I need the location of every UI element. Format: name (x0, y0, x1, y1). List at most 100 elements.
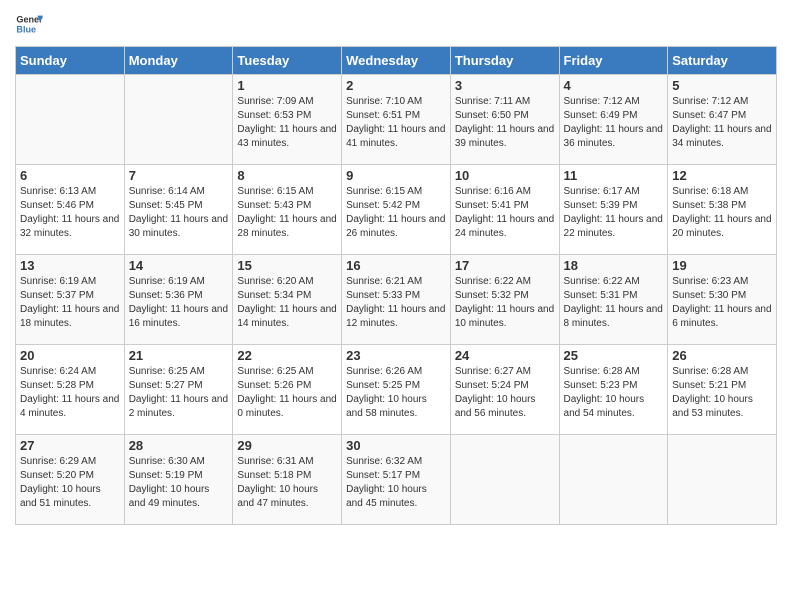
calendar-cell: 2Sunrise: 7:10 AM Sunset: 6:51 PM Daylig… (342, 75, 451, 165)
day-number: 27 (20, 438, 120, 453)
day-info: Sunrise: 7:09 AM Sunset: 6:53 PM Dayligh… (237, 95, 337, 151)
day-number: 6 (20, 168, 120, 183)
calendar-cell: 17 Sunrise: 6:22 AM Sunset: 5:32 PM Dayli… (450, 255, 559, 345)
day-number: 14 (129, 258, 229, 273)
calendar-cell: 18 Sunrise: 6:22 AM Sunset: 5:31 PM Dayli… (559, 255, 668, 345)
day-number: 7 (129, 168, 229, 183)
calendar-cell: 5Sunrise: 7:12 AM Sunset: 6:47 PM Daylig… (668, 75, 777, 165)
calendar-cell: 27 Sunrise: 6:29 AM Sunset: 5:20 PM Dayli… (16, 435, 125, 525)
day-number: 3 (455, 78, 555, 93)
calendar-cell: 3 Sunrise: 7:11 AM Sunset: 6:50 PM Daylig… (450, 75, 559, 165)
calendar-week-2: 6 Sunrise: 6:13 AM Sunset: 5:46 PM Daylig… (16, 165, 777, 255)
calendar-cell: 28 Sunrise: 6:30 AM Sunset: 5:19 PM Dayli… (124, 435, 233, 525)
dow-header-thursday: Thursday (450, 47, 559, 75)
dow-header-tuesday: Tuesday (233, 47, 342, 75)
day-info: Sunrise: 6:31 AM Sunset: 5:18 PM Dayligh… (237, 455, 337, 511)
day-info: Sunrise: 6:16 AM Sunset: 5:41 PM Dayligh… (455, 185, 555, 241)
day-info: Sunrise: 6:22 AM Sunset: 5:31 PM Dayligh… (564, 275, 664, 331)
dow-header-friday: Friday (559, 47, 668, 75)
dow-header-wednesday: Wednesday (342, 47, 451, 75)
day-info: Sunrise: 6:29 AM Sunset: 5:20 PM Dayligh… (20, 455, 120, 511)
day-info: Sunrise: 6:22 AM Sunset: 5:32 PM Dayligh… (455, 275, 555, 331)
calendar-cell (450, 435, 559, 525)
day-info: Sunrise: 6:28 AM Sunset: 5:23 PM Dayligh… (564, 365, 664, 421)
day-number: 18 (564, 258, 664, 273)
calendar-cell: 15 Sunrise: 6:20 AM Sunset: 5:34 PM Dayli… (233, 255, 342, 345)
day-number: 17 (455, 258, 555, 273)
day-info: Sunrise: 6:23 AM Sunset: 5:30 PM Dayligh… (672, 275, 772, 331)
calendar-cell: 7 Sunrise: 6:14 AM Sunset: 5:45 PM Daylig… (124, 165, 233, 255)
day-info: Sunrise: 6:30 AM Sunset: 5:19 PM Dayligh… (129, 455, 229, 511)
day-info: Sunrise: 6:15 AM Sunset: 5:42 PM Dayligh… (346, 185, 446, 241)
day-info: Sunrise: 6:25 AM Sunset: 5:27 PM Dayligh… (129, 365, 229, 421)
calendar-cell: 23Sunrise: 6:26 AM Sunset: 5:25 PM Dayli… (342, 345, 451, 435)
day-number: 22 (237, 348, 337, 363)
day-number: 12 (672, 168, 772, 183)
day-number: 10 (455, 168, 555, 183)
dow-header-saturday: Saturday (668, 47, 777, 75)
day-info: Sunrise: 6:24 AM Sunset: 5:28 PM Dayligh… (20, 365, 120, 421)
day-number: 25 (564, 348, 664, 363)
calendar-cell: 24Sunrise: 6:27 AM Sunset: 5:24 PM Dayli… (450, 345, 559, 435)
calendar-cell: 13 Sunrise: 6:19 AM Sunset: 5:37 PM Dayli… (16, 255, 125, 345)
calendar-body: 1 Sunrise: 7:09 AM Sunset: 6:53 PM Daylig… (16, 75, 777, 525)
day-number: 2 (346, 78, 446, 93)
day-info: Sunrise: 6:14 AM Sunset: 5:45 PM Dayligh… (129, 185, 229, 241)
calendar-cell: 4 Sunrise: 7:12 AM Sunset: 6:49 PM Daylig… (559, 75, 668, 165)
calendar-cell: 6 Sunrise: 6:13 AM Sunset: 5:46 PM Daylig… (16, 165, 125, 255)
calendar-cell (668, 435, 777, 525)
calendar-cell (124, 75, 233, 165)
calendar-week-5: 27 Sunrise: 6:29 AM Sunset: 5:20 PM Dayli… (16, 435, 777, 525)
calendar-cell: 8 Sunrise: 6:15 AM Sunset: 5:43 PM Daylig… (233, 165, 342, 255)
day-number: 8 (237, 168, 337, 183)
day-info: Sunrise: 7:12 AM Sunset: 6:47 PM Dayligh… (672, 95, 772, 151)
day-number: 13 (20, 258, 120, 273)
calendar-cell: 22 Sunrise: 6:25 AM Sunset: 5:26 PM Dayli… (233, 345, 342, 435)
day-info: Sunrise: 6:32 AM Sunset: 5:17 PM Dayligh… (346, 455, 446, 511)
day-number: 9 (346, 168, 446, 183)
calendar-cell: 10 Sunrise: 6:16 AM Sunset: 5:41 PM Dayli… (450, 165, 559, 255)
calendar-week-3: 13 Sunrise: 6:19 AM Sunset: 5:37 PM Dayli… (16, 255, 777, 345)
day-info: Sunrise: 6:15 AM Sunset: 5:43 PM Dayligh… (237, 185, 337, 241)
day-number: 4 (564, 78, 664, 93)
day-info: Sunrise: 6:18 AM Sunset: 5:38 PM Dayligh… (672, 185, 772, 241)
dow-header-sunday: Sunday (16, 47, 125, 75)
day-info: Sunrise: 7:11 AM Sunset: 6:50 PM Dayligh… (455, 95, 555, 151)
calendar-cell: 19 Sunrise: 6:23 AM Sunset: 5:30 PM Dayli… (668, 255, 777, 345)
calendar-cell: 25 Sunrise: 6:28 AM Sunset: 5:23 PM Dayli… (559, 345, 668, 435)
day-number: 21 (129, 348, 229, 363)
day-number: 16 (346, 258, 446, 273)
page-header: General Blue (15, 10, 777, 38)
day-info: Sunrise: 7:12 AM Sunset: 6:49 PM Dayligh… (564, 95, 664, 151)
day-number: 24 (455, 348, 555, 363)
calendar-cell: 9 Sunrise: 6:15 AM Sunset: 5:42 PM Daylig… (342, 165, 451, 255)
logo-icon: General Blue (15, 10, 43, 38)
day-number: 1 (237, 78, 337, 93)
day-number: 28 (129, 438, 229, 453)
calendar-week-1: 1 Sunrise: 7:09 AM Sunset: 6:53 PM Daylig… (16, 75, 777, 165)
calendar-cell: 11Sunrise: 6:17 AM Sunset: 5:39 PM Dayli… (559, 165, 668, 255)
dow-header-monday: Monday (124, 47, 233, 75)
day-info: Sunrise: 6:20 AM Sunset: 5:34 PM Dayligh… (237, 275, 337, 331)
calendar-cell: 16 Sunrise: 6:21 AM Sunset: 5:33 PM Dayli… (342, 255, 451, 345)
calendar-week-4: 20 Sunrise: 6:24 AM Sunset: 5:28 PM Dayli… (16, 345, 777, 435)
calendar-cell: 26Sunrise: 6:28 AM Sunset: 5:21 PM Dayli… (668, 345, 777, 435)
days-of-week-row: SundayMondayTuesdayWednesdayThursdayFrid… (16, 47, 777, 75)
svg-text:Blue: Blue (16, 24, 36, 34)
calendar-cell (559, 435, 668, 525)
calendar-cell: 21 Sunrise: 6:25 AM Sunset: 5:27 PM Dayli… (124, 345, 233, 435)
day-info: Sunrise: 6:26 AM Sunset: 5:25 PM Dayligh… (346, 365, 446, 421)
day-info: Sunrise: 6:25 AM Sunset: 5:26 PM Dayligh… (237, 365, 337, 421)
calendar-cell: 30 Sunrise: 6:32 AM Sunset: 5:17 PM Dayli… (342, 435, 451, 525)
day-number: 20 (20, 348, 120, 363)
calendar-cell: 29Sunrise: 6:31 AM Sunset: 5:18 PM Dayli… (233, 435, 342, 525)
day-info: Sunrise: 6:19 AM Sunset: 5:36 PM Dayligh… (129, 275, 229, 331)
calendar-cell: 14 Sunrise: 6:19 AM Sunset: 5:36 PM Dayli… (124, 255, 233, 345)
calendar-cell: 20 Sunrise: 6:24 AM Sunset: 5:28 PM Dayli… (16, 345, 125, 435)
day-number: 30 (346, 438, 446, 453)
day-number: 19 (672, 258, 772, 273)
day-info: Sunrise: 6:13 AM Sunset: 5:46 PM Dayligh… (20, 185, 120, 241)
day-info: Sunrise: 6:21 AM Sunset: 5:33 PM Dayligh… (346, 275, 446, 331)
day-number: 15 (237, 258, 337, 273)
day-info: Sunrise: 6:19 AM Sunset: 5:37 PM Dayligh… (20, 275, 120, 331)
